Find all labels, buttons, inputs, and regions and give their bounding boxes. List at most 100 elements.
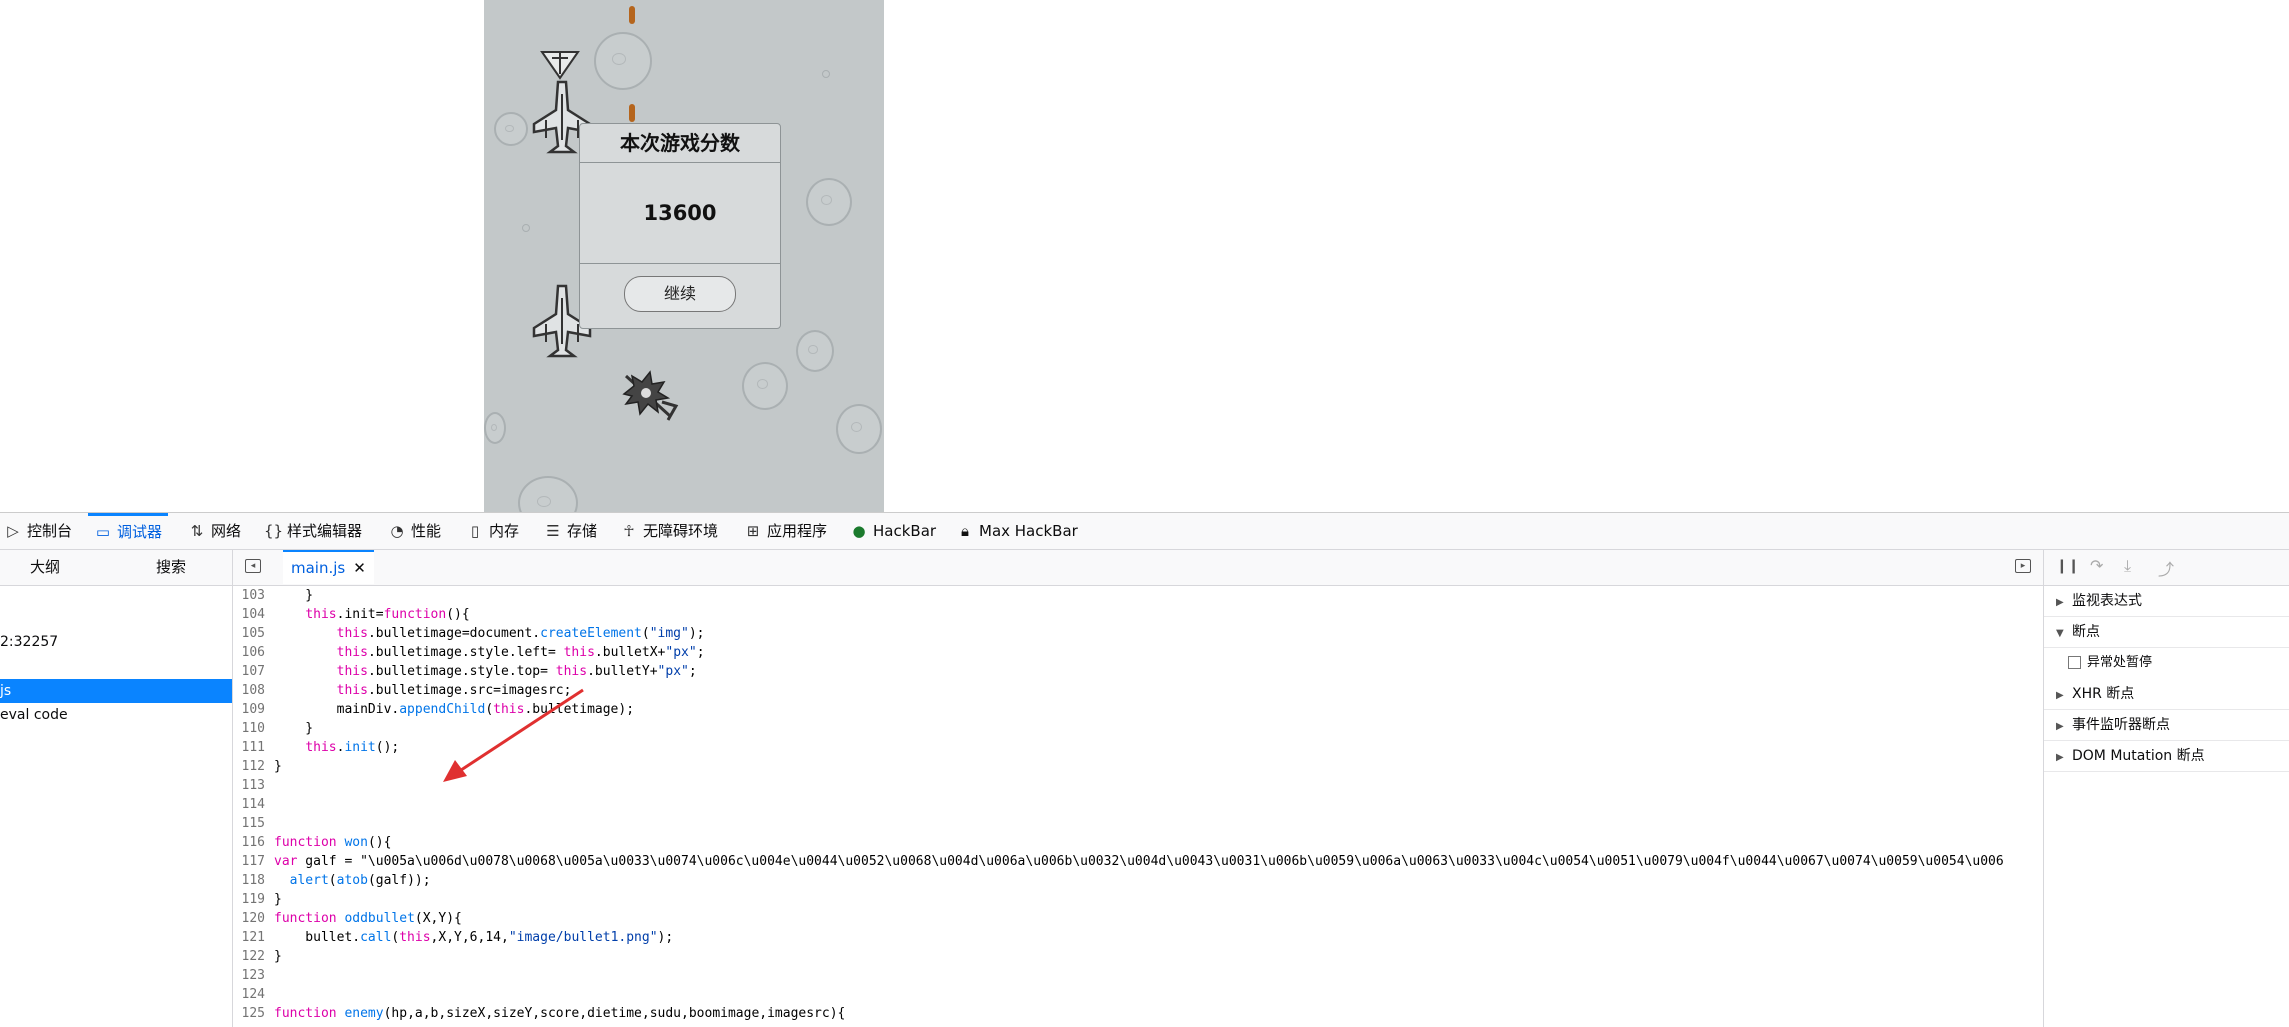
bullet — [629, 104, 635, 122]
tab-performance[interactable]: ◔ 性能 — [388, 513, 441, 549]
code-text: this.bulletimage.style.top= this.bulletY… — [336, 664, 697, 679]
line-number[interactable]: 110 — [233, 719, 274, 738]
close-icon[interactable]: ✕ — [353, 559, 366, 577]
file-tab-main-js[interactable]: main.js ✕ — [283, 550, 374, 584]
section-label: XHR 断点 — [2072, 686, 2135, 702]
tab-outline[interactable]: 大纲 — [30, 550, 60, 585]
line-number[interactable]: 120 — [233, 909, 274, 928]
game-canvas[interactable]: 本次游戏分数 13600 继续 — [484, 0, 884, 512]
xhr-breakpoints-section[interactable]: ▶ XHR 断点 — [2044, 679, 2289, 710]
code-line: 112} — [233, 757, 282, 776]
line-number[interactable]: 119 — [233, 890, 274, 909]
expand-icon: ▶ — [2056, 597, 2064, 608]
file-tab-label: main.js — [291, 559, 346, 577]
devtools-tabbar: ▷ 控制台 ▭ 调试器 ⇅ 网络 {} 样式编辑器 ◔ 性能 ▯ 内存 ☰ 存储 ☥ 无障碍环境… — [0, 513, 2289, 550]
tab-label: HackBar — [873, 522, 937, 540]
step-over-icon[interactable]: ↷ — [2090, 556, 2103, 575]
line-number[interactable]: 121 — [233, 928, 274, 947]
explosion-icon — [622, 370, 679, 421]
code-line: 105 this.bulletimage=document.createElem… — [233, 624, 705, 643]
line-number[interactable]: 123 — [233, 966, 274, 985]
code-line: 116 function won(){ — [233, 833, 392, 852]
collapse-icon: ▼ — [2056, 628, 2064, 639]
tab-max-hackbar[interactable]: 🔒︎ Max HackBar — [956, 513, 1078, 549]
dot-decoration — [822, 70, 830, 78]
rock-decoration — [742, 362, 788, 410]
line-number[interactable]: 112 — [233, 757, 274, 776]
sources-tabs: 大纲 搜索 — [0, 550, 232, 586]
code-text: function enemy(hp,a,b,sizeX,sizeY,score,… — [274, 1006, 846, 1021]
line-number[interactable]: 108 — [233, 681, 274, 700]
pause-icon[interactable]: ❙❙ — [2056, 558, 2079, 574]
storage-icon: ☰ — [546, 522, 560, 540]
event-listener-breakpoints-section[interactable]: ▶ 事件监听器断点 — [2044, 710, 2289, 741]
max-hackbar-icon: 🔒︎ — [961, 522, 969, 540]
rock-decoration — [494, 112, 528, 146]
debugger-sidebar: ❙❙ ↷ ⤓ ⤴ ▶ 监视表达式 ▼ 断点 异常处暂停 ▶ XHR 断点 ▶ 事件监听器… — [2043, 550, 2289, 1027]
rock-decoration — [836, 404, 882, 454]
sources-panel: 大纲 搜索 2:32257 js eval code — [0, 550, 233, 1027]
code-text: var galf = "\u005a\u006d\u0078\u0068\u00… — [274, 854, 2004, 869]
line-number[interactable]: 107 — [233, 662, 274, 681]
code-text: } — [274, 949, 282, 964]
tab-label: 样式编辑器 — [287, 522, 363, 540]
code-line: 107 this.bulletimage.style.top= this.bul… — [233, 662, 697, 681]
rock-decoration — [806, 178, 852, 226]
tab-console[interactable]: ▷ 控制台 — [4, 513, 72, 549]
tab-label: 无障碍环境 — [643, 522, 719, 540]
line-number[interactable]: 114 — [233, 795, 274, 814]
code-line: 121 bullet.call(this,X,Y,6,14,"image/bul… — [233, 928, 674, 947]
continue-button[interactable]: 继续 — [624, 276, 736, 312]
tab-label: 调试器 — [117, 523, 163, 541]
line-number[interactable]: 122 — [233, 947, 274, 966]
line-number[interactable]: 117 — [233, 852, 274, 871]
tab-hackbar[interactable]: ● HackBar — [850, 513, 936, 549]
code-text: this.init(); — [305, 740, 400, 755]
rock-decoration — [484, 412, 506, 444]
dom-mutation-breakpoints-section[interactable]: ▶ DOM Mutation 断点 — [2044, 741, 2289, 772]
tab-search[interactable]: 搜索 — [156, 550, 186, 585]
line-number[interactable]: 109 — [233, 700, 274, 719]
line-number[interactable]: 111 — [233, 738, 274, 757]
tab-application[interactable]: ⊞ 应用程序 — [744, 513, 827, 549]
tab-network[interactable]: ⇅ 网络 — [188, 513, 241, 549]
source-item[interactable]: eval code — [0, 703, 232, 727]
step-out-icon[interactable]: ⤴ — [2158, 556, 2174, 580]
tab-label: 控制台 — [27, 522, 73, 540]
toggle-right-panel-icon[interactable]: ▸ — [2015, 559, 2031, 573]
tab-storage[interactable]: ☰ 存储 — [544, 513, 597, 549]
rock-decoration — [594, 32, 652, 90]
source-item[interactable]: js — [0, 679, 232, 703]
performance-icon: ◔ — [390, 522, 404, 540]
line-number[interactable]: 116 — [233, 833, 274, 852]
watch-expressions-section[interactable]: ▶ 监视表达式 — [2044, 586, 2289, 617]
tab-debugger[interactable]: ▭ 调试器 — [88, 513, 169, 549]
step-in-icon[interactable]: ⤓ — [2124, 556, 2131, 576]
line-number[interactable]: 124 — [233, 985, 274, 1004]
line-number[interactable]: 105 — [233, 624, 274, 643]
debugger-icon: ▭ — [95, 523, 111, 541]
code-line: 110 } — [233, 719, 314, 738]
line-number[interactable]: 103 — [233, 586, 274, 605]
toggle-sidebar-icon[interactable]: ◂ — [245, 559, 261, 573]
rock-decoration — [518, 476, 578, 512]
breakpoints-section[interactable]: ▼ 断点 — [2044, 617, 2289, 648]
application-icon: ⊞ — [746, 522, 760, 540]
line-number[interactable]: 106 — [233, 643, 274, 662]
tab-label: 内存 — [489, 522, 520, 540]
tab-memory[interactable]: ▯ 内存 — [466, 513, 519, 549]
line-number[interactable]: 115 — [233, 814, 274, 833]
code-editor[interactable]: 103 } 104 this.init=function(){105 this.b… — [233, 586, 2043, 1027]
tab-style-editor[interactable]: {} 样式编辑器 — [264, 513, 362, 549]
pause-on-exceptions-row[interactable]: 异常处暂停 — [2044, 648, 2289, 678]
line-number[interactable]: 125 — [233, 1004, 274, 1023]
line-number[interactable]: 104 — [233, 605, 274, 624]
code-line: 104 this.init=function(){ — [233, 605, 470, 624]
source-item[interactable]: 2:32257 — [0, 630, 232, 654]
code-text: function oddbullet(X,Y){ — [274, 911, 462, 926]
pause-on-exceptions-checkbox[interactable] — [2068, 656, 2081, 669]
score-dialog: 本次游戏分数 13600 继续 — [579, 123, 781, 329]
tab-accessibility[interactable]: ☥ 无障碍环境 — [620, 513, 718, 549]
line-number[interactable]: 118 — [233, 871, 274, 890]
line-number[interactable]: 113 — [233, 776, 274, 795]
